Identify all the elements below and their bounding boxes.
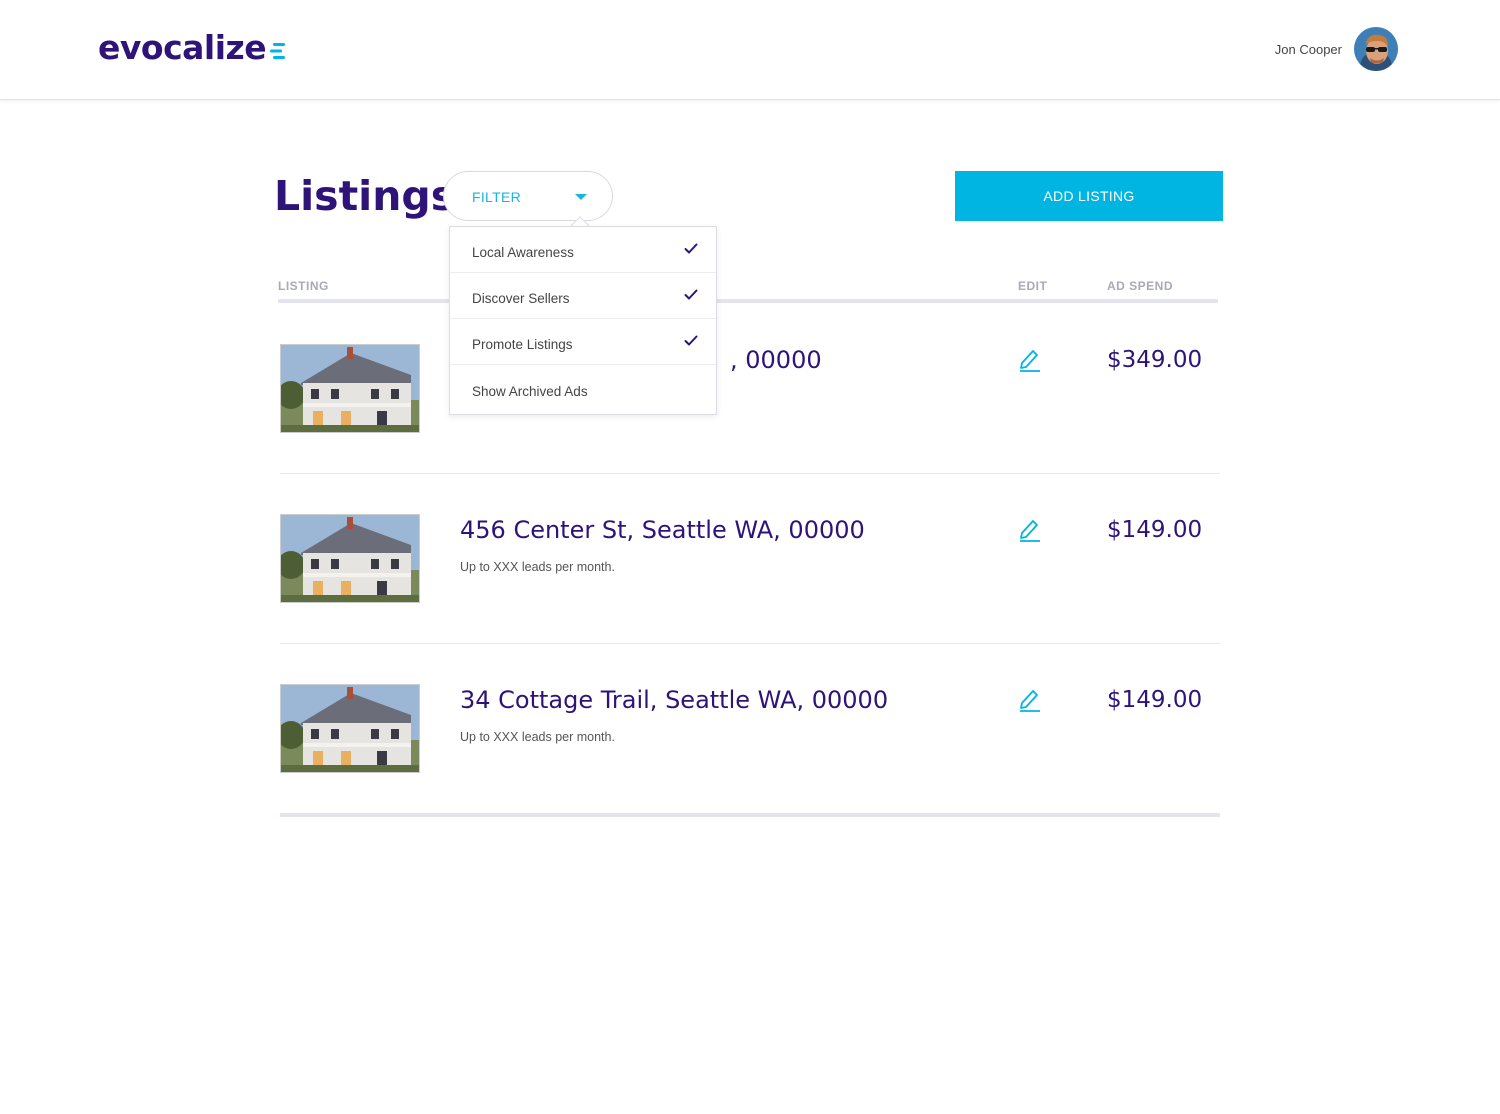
table-row[interactable]: 34 Cottage Trail, Seattle WA, 00000 Up t… — [280, 643, 1220, 813]
listing-address[interactable]: , 00000 — [730, 346, 822, 374]
filter-option-discover-sellers[interactable]: Discover Sellers — [450, 273, 716, 319]
listing-subtitle: Up to XXX leads per month. — [460, 730, 615, 744]
ad-spend-value: $349.00 — [1107, 347, 1203, 373]
filter-dropdown[interactable]: FILTER — [443, 171, 613, 221]
filter-option-local-awareness[interactable]: Local Awareness — [450, 227, 716, 273]
column-header-listing: LISTING — [278, 279, 329, 293]
logo-mark-icon — [270, 42, 286, 59]
filter-menu: Local Awareness Discover Sellers Promote… — [449, 226, 717, 415]
caret-down-icon — [575, 194, 587, 200]
filter-option-show-archived-ads[interactable]: Show Archived Ads — [450, 366, 716, 412]
checkmark-icon — [684, 335, 698, 346]
filter-label: FILTER — [472, 189, 521, 205]
table-row[interactable]: 456 Center St, Seattle WA, 00000 Up to X… — [280, 473, 1220, 643]
user-menu[interactable]: Jon Cooper — [1275, 27, 1398, 71]
column-header-ad-spend: AD SPEND — [1107, 279, 1174, 293]
edit-pencil-icon[interactable] — [1018, 346, 1042, 372]
listing-address[interactable]: 34 Cottage Trail, Seattle WA, 00000 — [460, 686, 888, 714]
edit-pencil-icon[interactable] — [1018, 516, 1042, 542]
user-name: Jon Cooper — [1274, 41, 1342, 57]
ad-spend-value: $149.00 — [1107, 517, 1203, 543]
filter-option-label: Show Archived Ads — [472, 384, 588, 399]
listing-photo[interactable] — [280, 344, 420, 433]
top-nav-bar: evocalize Jon Cooper — [0, 0, 1500, 100]
listing-subtitle: Up to XXX leads per month. — [460, 560, 615, 574]
page-title: Listings: — [274, 172, 472, 220]
add-listing-button[interactable]: ADD LISTING — [955, 171, 1223, 221]
checkmark-icon — [684, 243, 698, 254]
evocalize-logo[interactable]: evocalize — [98, 28, 286, 67]
listing-address[interactable]: 456 Center St, Seattle WA, 00000 — [460, 516, 865, 544]
edit-pencil-icon[interactable] — [1018, 686, 1042, 712]
table-row[interactable]: , 00000 $349.00 — [280, 303, 1220, 473]
column-header-edit: EDIT — [1018, 279, 1048, 293]
checkmark-icon — [684, 289, 698, 300]
avatar[interactable] — [1354, 27, 1398, 71]
logo-text: evocalize — [98, 28, 267, 67]
listing-photo[interactable] — [280, 684, 420, 773]
filter-option-label: Discover Sellers — [472, 291, 570, 306]
listing-photo[interactable] — [280, 514, 420, 603]
table-bottom-divider — [280, 813, 1220, 817]
filter-option-label: Local Awareness — [472, 245, 574, 260]
filter-option-promote-listings[interactable]: Promote Listings — [450, 319, 716, 365]
filter-option-label: Promote Listings — [472, 337, 573, 352]
ad-spend-value: $149.00 — [1107, 687, 1203, 713]
